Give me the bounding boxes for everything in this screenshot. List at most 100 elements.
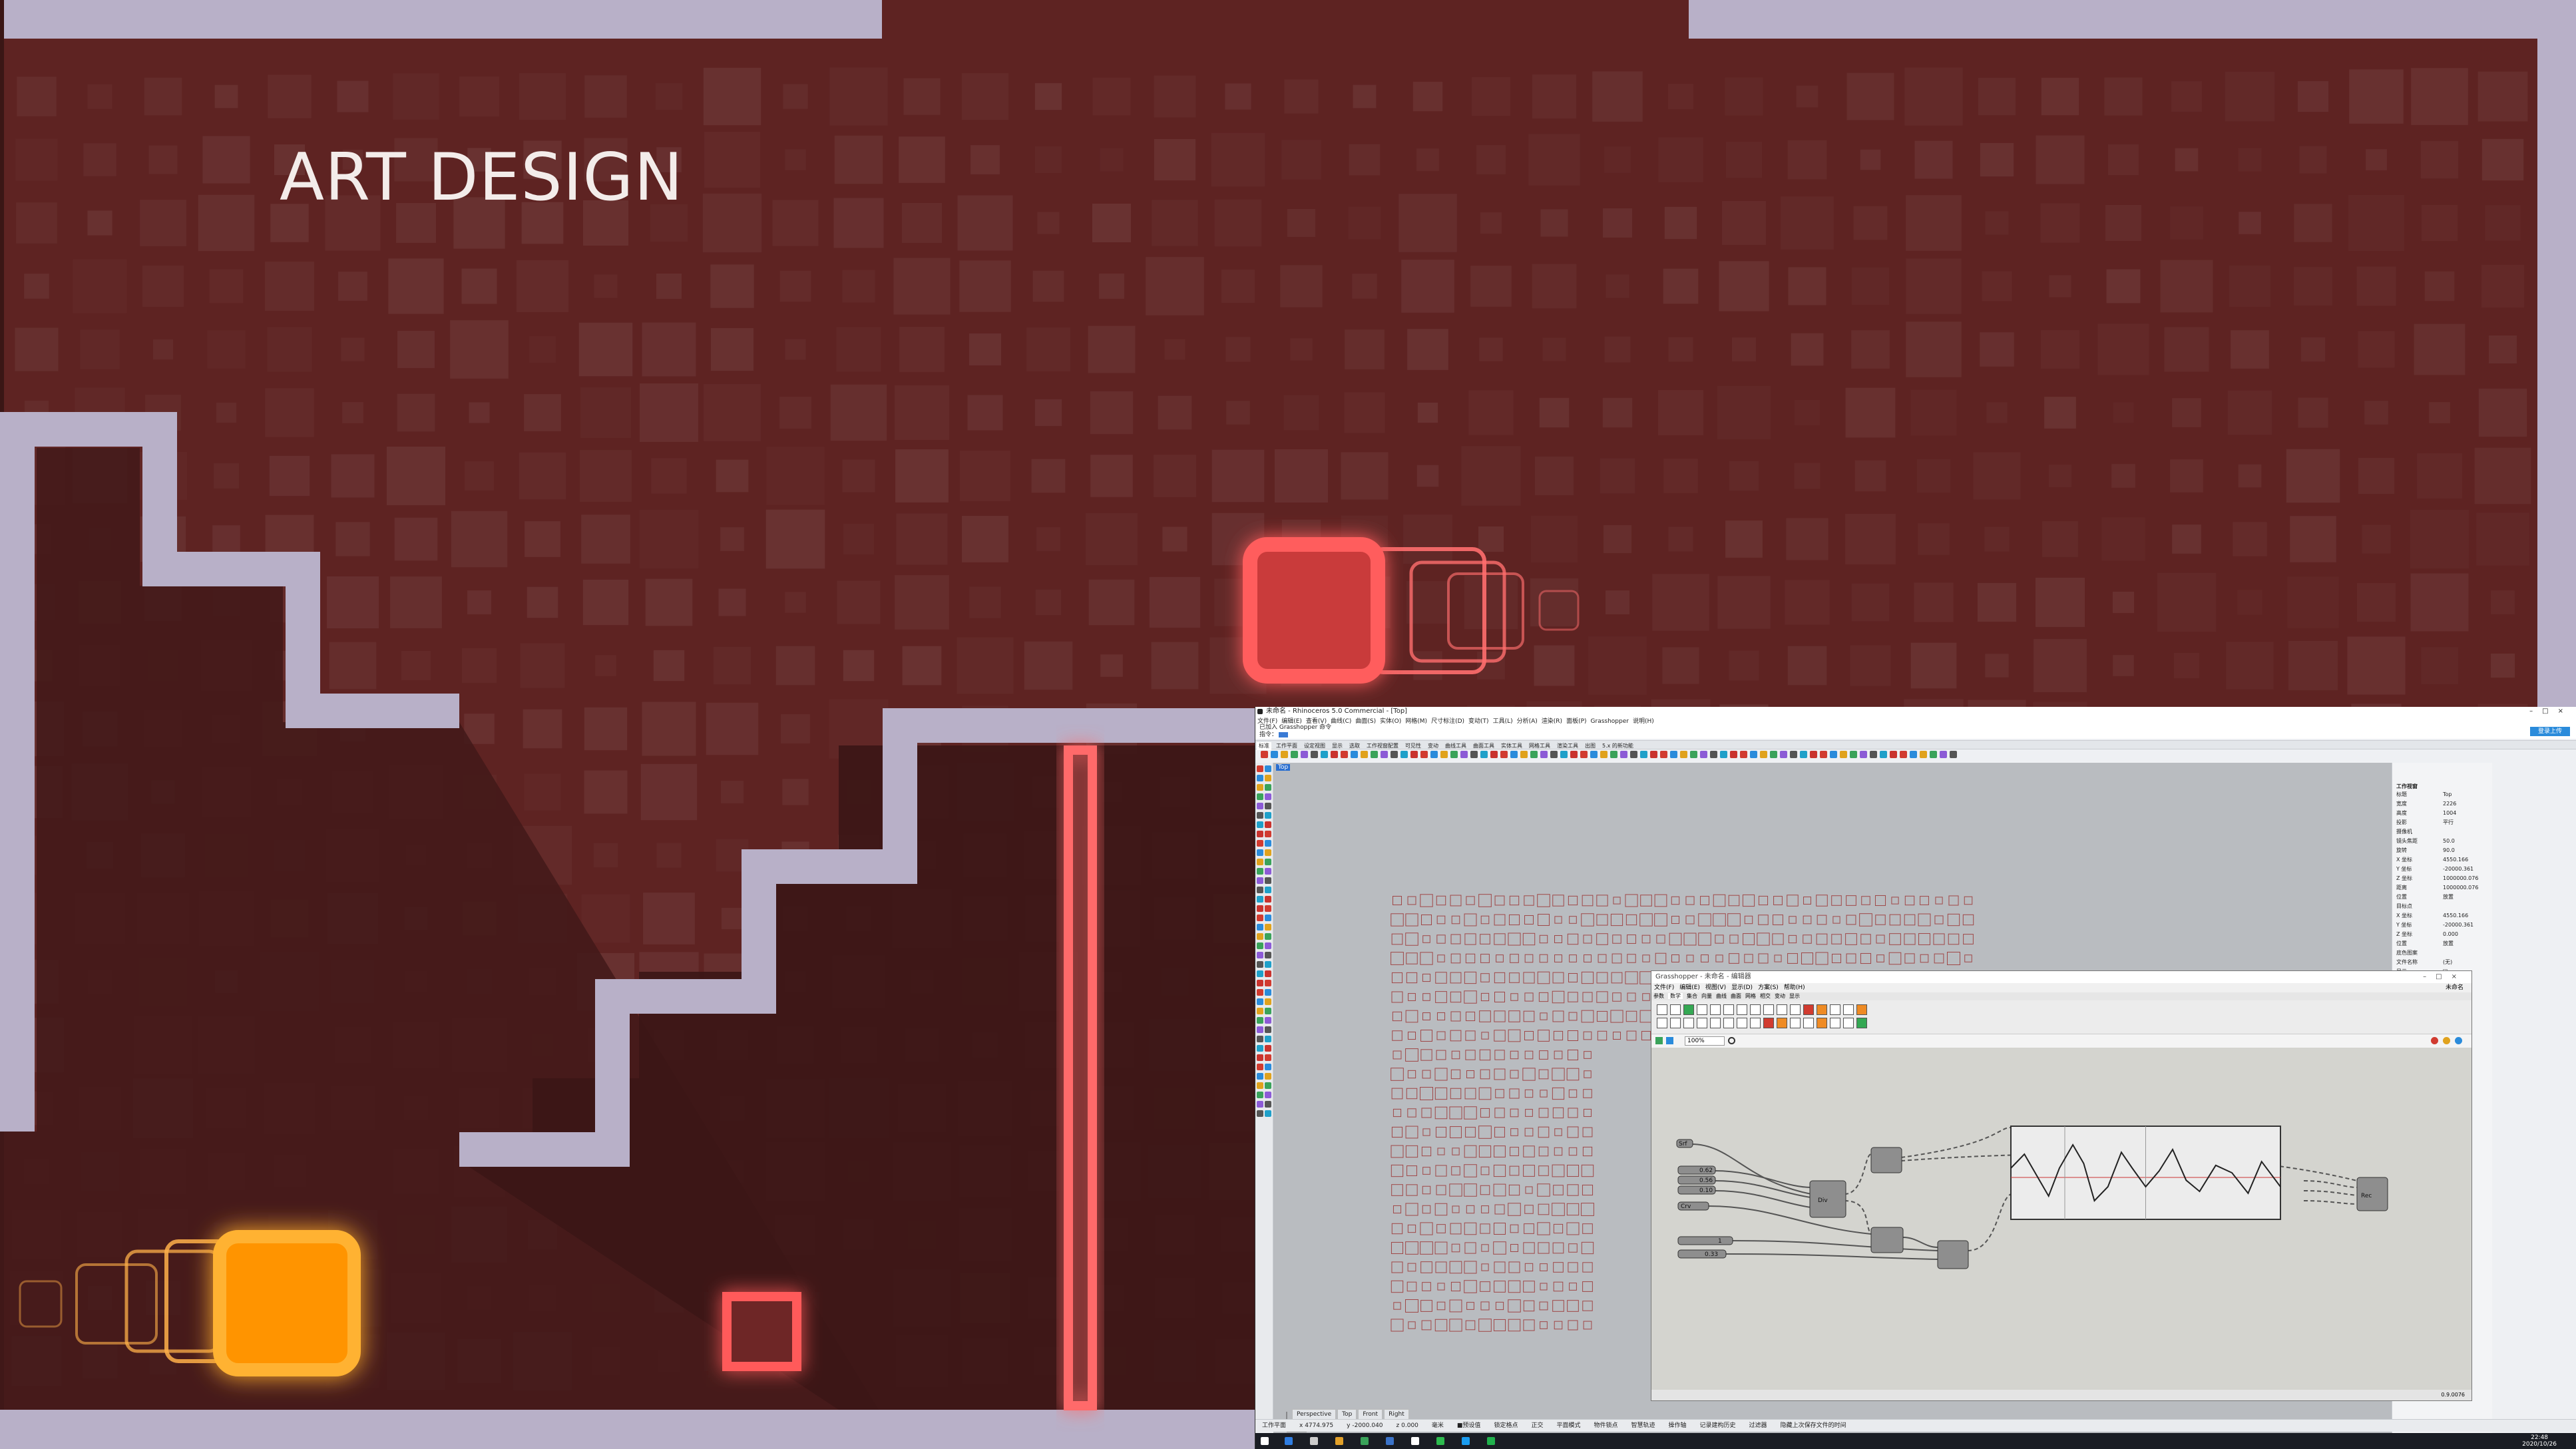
grid-square[interactable] bbox=[1582, 1127, 1593, 1138]
slider-node-4[interactable] bbox=[1677, 1236, 1733, 1245]
grid-square[interactable] bbox=[1860, 952, 1872, 964]
grid-square[interactable] bbox=[1435, 1261, 1447, 1273]
grid-square[interactable] bbox=[1523, 1319, 1535, 1331]
left-tool-icon[interactable] bbox=[1257, 784, 1263, 791]
left-tool-icon[interactable] bbox=[1257, 915, 1263, 921]
grid-square[interactable] bbox=[1947, 952, 1960, 965]
toolbar-tool-icon[interactable] bbox=[1840, 751, 1847, 758]
toolbar-tool-icon[interactable] bbox=[1620, 751, 1627, 758]
grid-square[interactable] bbox=[1568, 992, 1578, 1002]
grid-square[interactable] bbox=[1701, 954, 1709, 962]
grid-square[interactable] bbox=[1540, 1012, 1548, 1020]
toolbar-tool-icon[interactable] bbox=[1351, 751, 1358, 758]
grid-square[interactable] bbox=[1773, 915, 1783, 925]
grid-square[interactable] bbox=[1391, 1319, 1404, 1332]
grid-square[interactable] bbox=[1435, 991, 1447, 1003]
gh-component-icon[interactable] bbox=[1657, 1018, 1667, 1028]
property-row[interactable]: 投影 平行 bbox=[2396, 819, 2454, 826]
grid-square[interactable] bbox=[1480, 1185, 1490, 1195]
grid-square[interactable] bbox=[1566, 1068, 1580, 1081]
grid-square[interactable] bbox=[1889, 914, 1901, 926]
toolbar-tool-icon[interactable] bbox=[1740, 751, 1747, 758]
grid-square[interactable] bbox=[1552, 1242, 1564, 1254]
left-tool-icon[interactable] bbox=[1257, 1036, 1263, 1042]
grid-square[interactable] bbox=[1495, 1301, 1504, 1311]
grid-square[interactable] bbox=[1581, 1010, 1594, 1023]
gh-shaded-icon[interactable] bbox=[2431, 1037, 2438, 1044]
grid-square[interactable] bbox=[1510, 1128, 1518, 1136]
grid-square[interactable] bbox=[1436, 1012, 1446, 1021]
grid-square[interactable] bbox=[1583, 1089, 1592, 1098]
property-value[interactable]: 放置 bbox=[2443, 894, 2454, 900]
grid-square[interactable] bbox=[1568, 1262, 1578, 1273]
grid-square[interactable] bbox=[1508, 1319, 1521, 1332]
grid-square[interactable] bbox=[1582, 1146, 1593, 1157]
toolbar-tool-icon[interactable] bbox=[1820, 751, 1827, 758]
grid-square[interactable] bbox=[1758, 915, 1769, 925]
toolbar-tool-icon[interactable] bbox=[1600, 751, 1608, 758]
grid-square[interactable] bbox=[1481, 1205, 1489, 1213]
grid-square[interactable] bbox=[1450, 1223, 1462, 1235]
grid-square[interactable] bbox=[1508, 914, 1520, 926]
grid-square[interactable] bbox=[1554, 1050, 1563, 1060]
gh-tab[interactable]: 数学 bbox=[1668, 993, 1683, 999]
grid-square[interactable] bbox=[1509, 1088, 1520, 1099]
grid-square[interactable] bbox=[1611, 953, 1622, 964]
toolbar-tool-icon[interactable] bbox=[1381, 751, 1388, 758]
grid-square[interactable] bbox=[1494, 1050, 1505, 1060]
left-tool-icon[interactable] bbox=[1257, 1073, 1263, 1080]
grid-square[interactable] bbox=[1625, 971, 1638, 984]
grid-square[interactable] bbox=[1583, 934, 1592, 944]
grid-square[interactable] bbox=[1421, 1146, 1432, 1157]
grid-square[interactable] bbox=[1420, 1222, 1433, 1235]
property-value[interactable]: 4550.166 bbox=[2443, 857, 2468, 863]
gh-component-icon[interactable] bbox=[1777, 1018, 1787, 1028]
toolbar-tool-icon[interactable] bbox=[1530, 751, 1538, 758]
left-tool-icon[interactable] bbox=[1257, 1026, 1263, 1033]
toolbar-tool-icon[interactable] bbox=[1790, 751, 1797, 758]
left-tool-icon[interactable] bbox=[1265, 793, 1271, 800]
grid-square[interactable] bbox=[1437, 1283, 1445, 1291]
gh-component-icon[interactable] bbox=[1817, 1018, 1827, 1028]
toolbar-tool-icon[interactable] bbox=[1560, 751, 1568, 758]
left-tool-icon[interactable] bbox=[1265, 970, 1271, 977]
grid-square[interactable] bbox=[1510, 1147, 1519, 1156]
gh-render-icon[interactable] bbox=[2443, 1037, 2450, 1044]
grid-square[interactable] bbox=[1831, 953, 1842, 964]
property-value[interactable]: 2226 bbox=[2443, 801, 2456, 807]
gh-component-icon[interactable] bbox=[1697, 1004, 1707, 1015]
toolbar-tool-icon[interactable] bbox=[1870, 751, 1877, 758]
grid-square[interactable] bbox=[1464, 990, 1477, 1004]
grid-square[interactable] bbox=[1655, 952, 1667, 964]
grid-square[interactable] bbox=[1494, 1108, 1505, 1118]
grid-square[interactable] bbox=[1466, 1070, 1474, 1078]
left-tool-icon[interactable] bbox=[1265, 1064, 1271, 1070]
grid-square[interactable] bbox=[1464, 1242, 1476, 1254]
grid-square[interactable] bbox=[1420, 1049, 1432, 1061]
left-tool-icon[interactable] bbox=[1257, 765, 1263, 772]
grid-square[interactable] bbox=[1625, 1010, 1637, 1022]
grid-square[interactable] bbox=[1478, 1126, 1492, 1139]
toolbar-tool-icon[interactable] bbox=[1440, 751, 1448, 758]
grid-square[interactable] bbox=[1480, 992, 1490, 1002]
grid-square[interactable] bbox=[1464, 1106, 1477, 1120]
property-value[interactable]: 90.0 bbox=[2443, 847, 2455, 853]
gh-component-icon[interactable] bbox=[1723, 1018, 1734, 1028]
gh-menu-item[interactable]: 显示(D) bbox=[1731, 984, 1753, 991]
grid-square[interactable] bbox=[1904, 933, 1916, 945]
grid-square[interactable] bbox=[1567, 1126, 1579, 1138]
grid-square[interactable] bbox=[1569, 954, 1577, 962]
grid-square[interactable] bbox=[1685, 915, 1695, 925]
grid-square[interactable] bbox=[1406, 1165, 1417, 1176]
grid-square[interactable] bbox=[1509, 972, 1520, 983]
grid-square[interactable] bbox=[1523, 1300, 1535, 1312]
toolbar-tool-icon[interactable] bbox=[1910, 751, 1917, 758]
grid-square[interactable] bbox=[1481, 1263, 1489, 1271]
grid-square[interactable] bbox=[1391, 1145, 1404, 1158]
gh-save-icon[interactable] bbox=[1655, 1037, 1663, 1044]
grid-square[interactable] bbox=[1566, 1164, 1580, 1177]
grid-square[interactable] bbox=[1508, 932, 1521, 946]
grid-square[interactable] bbox=[1451, 1166, 1460, 1175]
grid-square[interactable] bbox=[1539, 1050, 1548, 1060]
grid-square[interactable] bbox=[1524, 1050, 1534, 1060]
